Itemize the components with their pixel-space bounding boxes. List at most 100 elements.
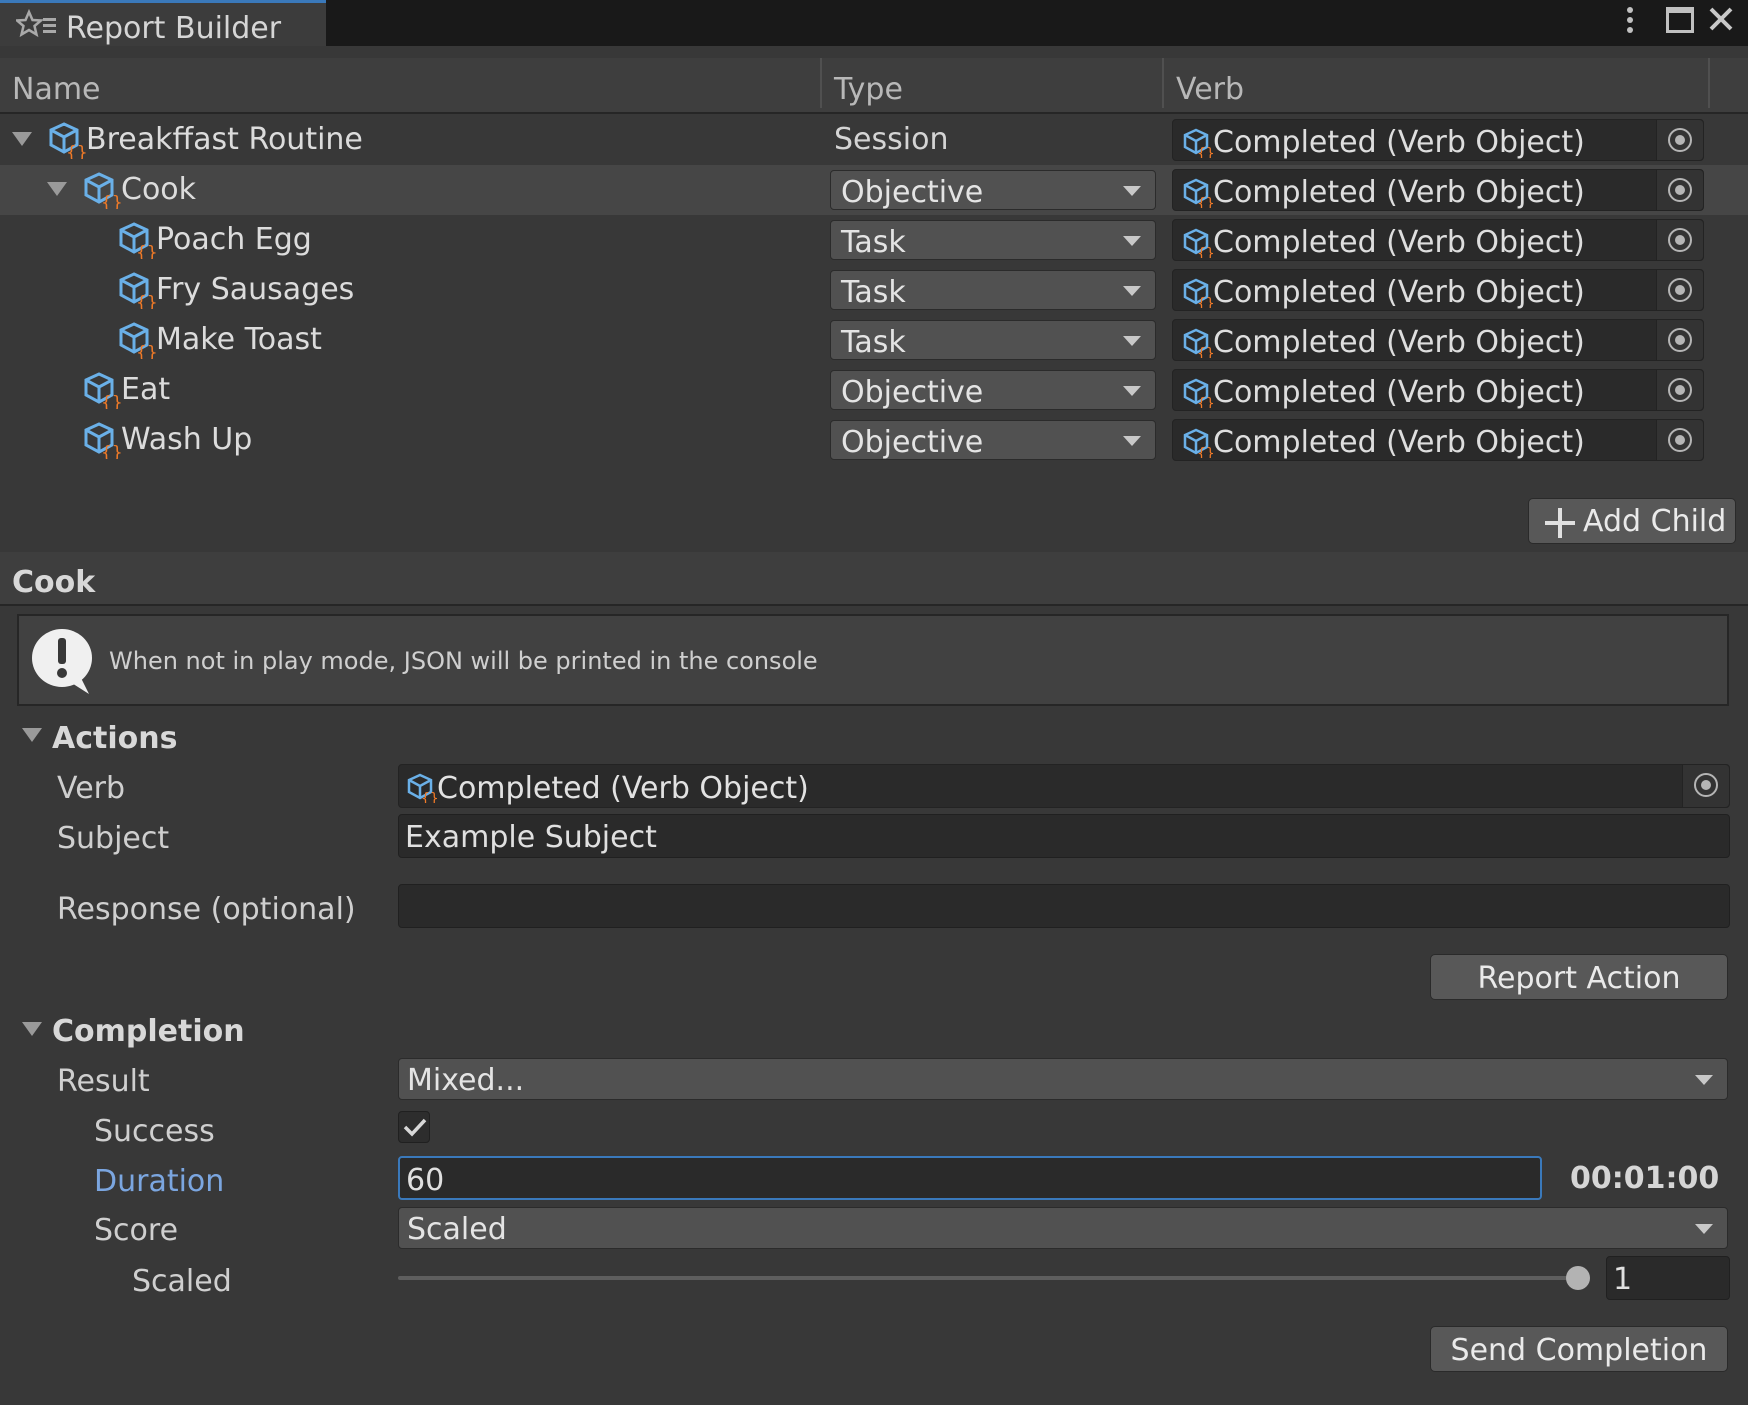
inspector-header [0, 552, 1748, 606]
chevron-down-icon [1695, 1224, 1713, 1234]
verb-asset-icon: {} [1183, 428, 1213, 458]
column-divider[interactable] [820, 58, 822, 108]
subject-input[interactable]: Example Subject [398, 814, 1730, 858]
column-divider[interactable] [1708, 58, 1710, 108]
chevron-down-icon [1695, 1075, 1713, 1085]
tree-item-type: Task [841, 325, 906, 360]
close-icon[interactable] [1708, 6, 1734, 36]
maximize-icon[interactable] [1666, 7, 1694, 33]
tree-row[interactable]: {}Make ToastTask{}Completed (Verb Object… [0, 315, 1748, 365]
add-child-button[interactable]: Add Child [1528, 498, 1736, 544]
type-dropdown[interactable]: Task [830, 320, 1156, 360]
tree-item-type: Objective [841, 375, 984, 410]
foldout-arrow-icon[interactable] [47, 182, 67, 196]
help-box: When not in play mode, JSON will be prin… [17, 614, 1729, 706]
report-action-label: Report Action [1477, 961, 1681, 996]
send-completion-label: Send Completion [1450, 1333, 1708, 1368]
duration-value: 60 [406, 1163, 445, 1198]
type-dropdown[interactable]: Objective [830, 170, 1156, 210]
column-name-header[interactable]: Name [12, 72, 101, 107]
tree-row[interactable]: {}Fry SausagesTask{}Completed (Verb Obje… [0, 265, 1748, 315]
svg-text:{}: {} [101, 393, 121, 409]
tree-item-verb: Completed (Verb Object) [1213, 175, 1585, 210]
object-picker-icon[interactable] [1656, 220, 1703, 260]
scaled-slider-track[interactable] [398, 1276, 1578, 1280]
response-input[interactable] [398, 884, 1730, 928]
object-picker-icon[interactable] [1656, 420, 1703, 460]
object-picker-icon[interactable] [1656, 120, 1703, 160]
more-options-icon[interactable] [1624, 6, 1636, 40]
chevron-down-icon [1123, 436, 1141, 446]
tree-item-name: Poach Egg [156, 222, 312, 257]
tree-item-name: Wash Up [121, 422, 253, 457]
result-dropdown[interactable]: Mixed... [398, 1058, 1728, 1100]
tree-row[interactable]: {}Breakffast RoutineSession{}Completed (… [0, 115, 1748, 165]
foldout-arrow-icon[interactable] [12, 132, 32, 146]
type-dropdown[interactable]: Task [830, 220, 1156, 260]
tree-item-verb: Completed (Verb Object) [1213, 125, 1585, 160]
column-type-header[interactable]: Type [834, 72, 903, 107]
duration-input[interactable]: 60 [398, 1156, 1542, 1200]
scaled-slider-thumb[interactable] [1566, 1266, 1590, 1290]
verb-object-field[interactable]: {}Completed (Verb Object) [1172, 269, 1704, 311]
duration-formatted: 00:01:00 [1570, 1161, 1720, 1196]
column-verb-header[interactable]: Verb [1176, 72, 1244, 107]
verb-object-field[interactable]: {}Completed (Verb Object) [1172, 319, 1704, 361]
object-picker-icon[interactable] [1682, 765, 1729, 807]
svg-text:{}: {} [136, 343, 156, 359]
object-picker-icon[interactable] [1656, 370, 1703, 410]
tree-item-verb: Completed (Verb Object) [1213, 375, 1585, 410]
object-picker-icon[interactable] [1656, 170, 1703, 210]
result-label: Result [57, 1064, 150, 1099]
verb-object-field[interactable]: {}Completed (Verb Object) [1172, 119, 1704, 161]
add-child-label: Add Child [1583, 504, 1727, 539]
checkmark-icon [403, 1118, 427, 1137]
tree-row[interactable]: {}Cook Objective {}Completed (Verb Object) [0, 165, 1748, 215]
send-completion-button[interactable]: Send Completion [1430, 1326, 1728, 1372]
tree-item-name: Eat [121, 372, 171, 407]
verb-object-field[interactable]: {}Completed (Verb Object) [1172, 419, 1704, 461]
scaled-label: Scaled [132, 1264, 232, 1299]
tree-row[interactable]: {} Wash Up Objective {}Completed (Verb Obje… [0, 415, 1748, 465]
verb-object-field[interactable]: {}Completed (Verb Object) [1172, 369, 1704, 411]
tree-row[interactable]: {}Poach EggTask{}Completed (Verb Object) [0, 215, 1748, 265]
tree-item-name: Fry Sausages [156, 272, 355, 307]
verb-object-field[interactable]: {} Completed (Verb Object) [398, 764, 1730, 808]
type-dropdown[interactable]: Objective [830, 370, 1156, 410]
verb-asset-icon: {} [1183, 128, 1213, 158]
verb-object-field[interactable]: {}Completed (Verb Object) [1172, 169, 1704, 211]
svg-text:{}: {} [66, 143, 86, 159]
tree-item-type: Task [841, 275, 906, 310]
scaled-value-input[interactable]: 1 [1606, 1256, 1730, 1300]
tree-row[interactable]: {}Eat Objective {}Completed (Verb Object) [0, 365, 1748, 415]
object-picker-icon[interactable] [1656, 270, 1703, 310]
actions-section-header[interactable]: Actions [52, 721, 177, 756]
verb-object-field[interactable]: {}Completed (Verb Object) [1172, 219, 1704, 261]
activity-asset-icon: {} [84, 172, 121, 209]
score-dropdown[interactable]: Scaled [398, 1207, 1728, 1249]
object-picker-icon[interactable] [1656, 320, 1703, 360]
completion-foldout-arrow[interactable] [22, 1022, 42, 1036]
svg-text:{}: {} [136, 243, 156, 259]
activity-asset-icon: {} [49, 122, 86, 159]
column-divider[interactable] [1162, 58, 1164, 108]
chevron-down-icon [1123, 286, 1141, 296]
result-value: Mixed... [407, 1063, 525, 1098]
chevron-down-icon [1123, 336, 1141, 346]
score-value: Scaled [407, 1212, 507, 1247]
type-dropdown[interactable]: Task [830, 270, 1156, 310]
tree-item-name: Cook [121, 172, 197, 207]
chevron-down-icon [1123, 386, 1141, 396]
tree-item-verb: Completed (Verb Object) [1213, 275, 1585, 310]
success-checkbox[interactable] [398, 1111, 430, 1143]
completion-section-header[interactable]: Completion [52, 1014, 245, 1049]
verb-asset-icon: {} [1183, 278, 1213, 308]
actions-foldout-arrow[interactable] [22, 728, 42, 742]
svg-text:{}: {} [1197, 246, 1213, 258]
chevron-down-icon [1123, 236, 1141, 246]
activity-asset-icon: {} [119, 272, 156, 309]
report-action-button[interactable]: Report Action [1430, 954, 1728, 1000]
type-dropdown[interactable]: Objective [830, 420, 1156, 460]
activity-asset-icon: {} [84, 372, 121, 409]
tab-report-builder[interactable]: Report Builder [0, 0, 326, 46]
